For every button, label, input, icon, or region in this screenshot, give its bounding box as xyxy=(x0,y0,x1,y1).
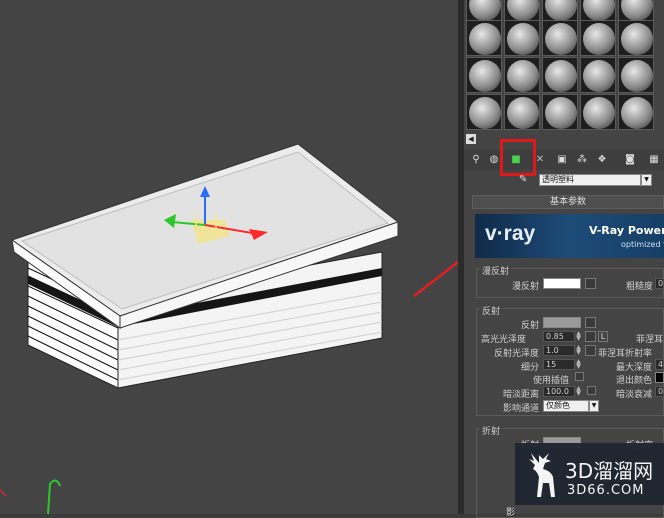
sample-slot[interactable] xyxy=(618,0,654,22)
diffuse-group-label: 漫反射 xyxy=(480,264,512,277)
sample-slot[interactable] xyxy=(580,0,616,22)
dim-dist-checkbox[interactable] xyxy=(587,386,596,395)
sample-slot[interactable] xyxy=(504,94,540,130)
affect-channels-dropdown-icon[interactable]: ▼ xyxy=(589,400,599,412)
slot-scroll-left-icon[interactable]: ◀ xyxy=(466,134,476,144)
gizmo-z-label: z xyxy=(202,176,206,184)
sample-slot[interactable] xyxy=(542,20,578,56)
get-material-icon[interactable]: ⚲ xyxy=(468,152,484,168)
sample-slot[interactable] xyxy=(580,57,616,93)
vray-banner-subtitle: optimized fo xyxy=(621,240,664,249)
sample-slot[interactable] xyxy=(618,20,654,56)
vray-logo: v·ray xyxy=(485,222,536,245)
affect-channels-label: 影响通道 xyxy=(503,404,540,414)
exit-color-swatch[interactable] xyxy=(655,372,664,383)
dim-dist-value[interactable]: 100.0 xyxy=(543,386,575,397)
vray-banner: v·ray V-Ray PowerS optimized fo xyxy=(475,214,664,258)
reflect-label: 反射 xyxy=(521,321,540,331)
hilight-gloss-spinner[interactable]: ▲ ▼ xyxy=(575,331,582,342)
use-interp-checkbox[interactable] xyxy=(575,372,584,381)
sample-slot[interactable] xyxy=(466,20,502,56)
sample-slot[interactable] xyxy=(466,0,502,22)
basic-params-title[interactable]: 基本参数 xyxy=(472,195,664,209)
subdivs-spinner[interactable]: ▲ ▼ xyxy=(575,359,582,370)
dim-dist-label: 暗淡距离 xyxy=(503,390,540,400)
viewport-scene xyxy=(0,143,459,515)
fresnel-ior-label: 菲涅耳折射率 xyxy=(598,349,653,359)
put-to-library-icon[interactable]: ❖ xyxy=(594,152,610,168)
refraction-group-label: 折射 xyxy=(480,424,503,437)
show-map-icon[interactable]: ▦ xyxy=(646,152,662,168)
sample-slot[interactable] xyxy=(542,94,578,130)
refl-gloss-label: 反射光泽度 xyxy=(494,349,540,359)
watermark: 3D溜溜网 3D66.COM xyxy=(515,443,664,505)
reflect-map-button[interactable] xyxy=(585,317,596,328)
reflection-group-label: 反射 xyxy=(480,304,503,317)
annotation-arrow xyxy=(413,261,459,297)
sample-slot[interactable] xyxy=(504,0,540,22)
sample-slot[interactable] xyxy=(542,57,578,93)
material-id-icon[interactable]: ◙ xyxy=(622,152,638,168)
subdivs-label: 细分 xyxy=(521,363,540,373)
sample-slot[interactable] xyxy=(466,94,502,130)
world-axis-icon xyxy=(0,479,61,515)
dim-dist-spinner[interactable]: ▲ ▼ xyxy=(575,386,582,397)
dim-falloff-value[interactable]: 0 xyxy=(655,386,664,397)
subdivs-value[interactable]: 15 xyxy=(543,359,575,370)
diffuse-label: 漫反射 xyxy=(512,282,540,292)
roughness-label: 粗糙度 xyxy=(626,282,654,292)
watermark-brand: 3D溜溜网 xyxy=(565,459,654,483)
material-name-row: ✎ 透明塑料 ▼ xyxy=(464,171,664,189)
fresnel-label: 菲涅耳 xyxy=(636,335,664,345)
perspective-viewport[interactable]: z xyxy=(0,0,459,515)
sample-slot[interactable] xyxy=(466,57,502,93)
bottom-partial-label: 影 xyxy=(506,508,516,518)
watermark-url: 3D66.COM xyxy=(567,483,645,498)
lock-button[interactable]: L xyxy=(598,331,608,342)
diffuse-map-button[interactable] xyxy=(585,278,596,289)
dim-falloff-label: 暗淡衰减 xyxy=(616,390,653,400)
hilight-gloss-label: 高光光泽度 xyxy=(481,335,527,345)
roughness-value[interactable]: 0.0 xyxy=(655,278,664,289)
sample-slot[interactable] xyxy=(504,20,540,56)
sample-slot[interactable] xyxy=(542,0,578,22)
sample-slot[interactable] xyxy=(580,94,616,130)
deer-logo-icon xyxy=(529,453,555,497)
hilight-gloss-map-button[interactable] xyxy=(585,331,596,342)
sample-slot[interactable] xyxy=(618,94,654,130)
material-name-field[interactable]: 透明塑料 xyxy=(539,174,641,186)
make-unique-icon[interactable]: ⁂ xyxy=(574,152,590,168)
sample-slot[interactable] xyxy=(618,57,654,93)
exit-color-label: 退出颜色 xyxy=(616,376,653,386)
sample-slot[interactable] xyxy=(504,57,540,93)
refl-gloss-spinner[interactable]: ▲ ▼ xyxy=(575,345,582,356)
diffuse-color-swatch[interactable] xyxy=(543,278,581,289)
copy-material-icon[interactable]: ▣ xyxy=(554,152,570,168)
material-toolbar: ⚲ ◍ ■ ✕ ▣ ⁂ ❖ ◙ ▦ xyxy=(464,150,664,170)
refl-gloss-value[interactable]: 1.0 xyxy=(543,345,575,356)
pick-material-icon[interactable]: ✎ xyxy=(519,174,531,186)
reflect-color-swatch[interactable] xyxy=(543,317,581,328)
material-name-dropdown-icon[interactable]: ▼ xyxy=(641,174,652,186)
sample-slot[interactable] xyxy=(580,20,616,56)
max-depth-value[interactable]: 4 xyxy=(655,359,664,370)
hilight-gloss-value[interactable]: 0.85 xyxy=(543,331,575,342)
affect-channels-select[interactable]: 仅颜色 xyxy=(543,400,589,412)
vray-banner-title: V-Ray PowerS xyxy=(589,224,664,237)
refl-gloss-map-button[interactable] xyxy=(585,345,596,356)
use-interp-label: 使用插值 xyxy=(533,376,570,386)
sample-slot-grid xyxy=(466,0,664,130)
max-depth-label: 最大深度 xyxy=(616,363,653,373)
